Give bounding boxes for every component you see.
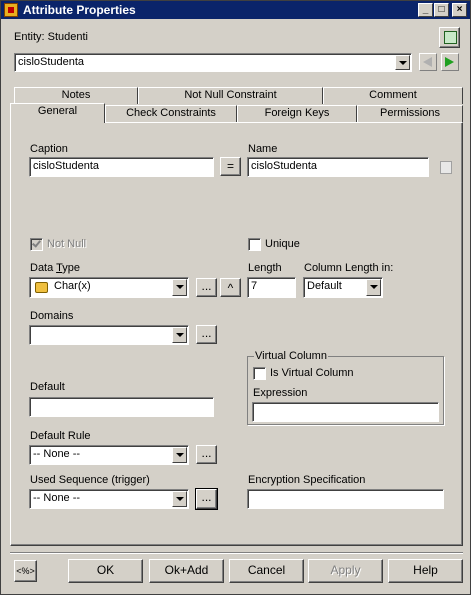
name-label: Name	[248, 143, 278, 155]
chevron-down-icon[interactable]	[395, 55, 410, 70]
entity-icon	[444, 31, 457, 44]
tab-general[interactable]: General	[10, 103, 105, 123]
is-virtual-column-label: Is Virtual Column	[270, 367, 354, 379]
caption-label: Caption	[30, 143, 68, 155]
unique-label: Unique	[265, 238, 300, 250]
ok-button[interactable]: OK	[68, 559, 143, 583]
default-label: Default	[30, 381, 65, 393]
encryption-label: Encryption Specification	[248, 474, 366, 486]
virtual-column-label: Virtual Column	[254, 350, 328, 362]
data-type-browse-button[interactable]: ...	[196, 278, 217, 297]
footer-separator	[10, 552, 463, 554]
default-rule-browse-button[interactable]: ...	[196, 445, 217, 464]
length-input[interactable]: 7	[247, 277, 296, 298]
column-length-select[interactable]: Default	[303, 277, 383, 298]
used-sequence-value: -- None --	[33, 492, 81, 504]
not-null-checkbox[interactable]	[30, 238, 43, 251]
sync-caption-button[interactable]: =	[220, 157, 241, 176]
arrow-left-icon	[423, 57, 432, 67]
column-length-label: Column Length in:	[304, 262, 394, 274]
go-to-entity-button[interactable]	[439, 27, 460, 48]
caption-input[interactable]: cisloStudenta	[29, 157, 214, 177]
data-type-value: Char(x)	[54, 280, 91, 292]
entity-label: Entity: Studenti	[14, 31, 88, 43]
used-sequence-label: Used Sequence (trigger)	[30, 474, 150, 486]
expression-input[interactable]	[252, 402, 439, 422]
tab-foreign-keys[interactable]: Foreign Keys	[237, 105, 357, 122]
data-type-select[interactable]: Char(x)	[29, 277, 189, 298]
apply-button[interactable]: Apply	[308, 559, 383, 583]
data-type-icon	[35, 282, 48, 293]
chevron-down-icon[interactable]	[172, 279, 187, 296]
data-type-up-button[interactable]: ^	[220, 278, 241, 297]
minimize-button[interactable]: _	[418, 3, 433, 17]
tab-permissions[interactable]: Permissions	[357, 105, 463, 122]
close-button[interactable]: ×	[452, 3, 467, 17]
unique-checkbox[interactable]	[248, 238, 261, 251]
domains-select[interactable]	[29, 325, 189, 345]
domains-label: Domains	[30, 310, 74, 322]
tab-comment[interactable]: Comment	[323, 87, 463, 104]
percent-button[interactable]: <%>	[14, 560, 37, 582]
cancel-button[interactable]: Cancel	[229, 559, 304, 583]
encryption-input[interactable]	[247, 489, 444, 509]
next-attribute-button[interactable]	[441, 53, 459, 71]
maximize-button[interactable]: □	[434, 3, 449, 17]
default-rule-value: -- None --	[33, 448, 81, 460]
chevron-down-icon[interactable]	[172, 327, 187, 343]
chevron-down-icon[interactable]	[172, 447, 187, 463]
not-null-label: Not Null	[47, 238, 87, 250]
help-button[interactable]: Help	[388, 559, 463, 583]
tab-check-constraints[interactable]: Check Constraints	[105, 105, 237, 122]
chevron-down-icon[interactable]	[172, 491, 187, 507]
window-title: Attribute Properties	[23, 3, 136, 17]
default-input[interactable]	[29, 397, 214, 417]
name-options-icon[interactable]	[440, 161, 452, 174]
previous-attribute-button[interactable]	[419, 53, 437, 71]
used-sequence-browse-button[interactable]: ...	[195, 488, 218, 510]
attribute-properties-window: Attribute Properties _ □ × Entity: Stude…	[0, 0, 471, 595]
attribute-select[interactable]: cisloStudenta	[14, 53, 412, 72]
used-sequence-select[interactable]: -- None --	[29, 489, 189, 509]
name-input[interactable]: cisloStudenta	[247, 157, 429, 177]
ok-add-button[interactable]: Ok+Add	[149, 559, 224, 583]
length-label: Length	[248, 262, 282, 274]
arrow-right-icon	[445, 57, 454, 67]
tab-not-null-constraint[interactable]: Not Null Constraint	[138, 87, 323, 104]
domains-browse-button[interactable]: ...	[196, 325, 217, 344]
data-type-label: Data Type	[30, 262, 80, 274]
title-bar[interactable]: Attribute Properties _ □ ×	[1, 1, 470, 19]
expression-label: Expression	[253, 387, 308, 399]
tab-notes[interactable]: Notes	[14, 87, 138, 104]
default-rule-select[interactable]: -- None --	[29, 445, 189, 465]
app-icon	[4, 3, 18, 17]
is-virtual-column-checkbox[interactable]	[253, 367, 266, 380]
attribute-select-value: cisloStudenta	[18, 56, 85, 68]
default-rule-label: Default Rule	[30, 430, 91, 442]
chevron-down-icon[interactable]	[366, 279, 381, 296]
column-length-value: Default	[307, 280, 342, 292]
